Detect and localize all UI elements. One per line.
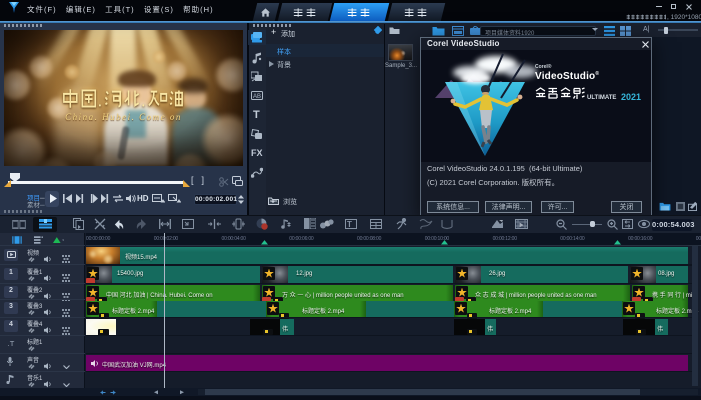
svg-text:T: T xyxy=(347,220,352,229)
svg-text:AB: AB xyxy=(253,94,261,100)
